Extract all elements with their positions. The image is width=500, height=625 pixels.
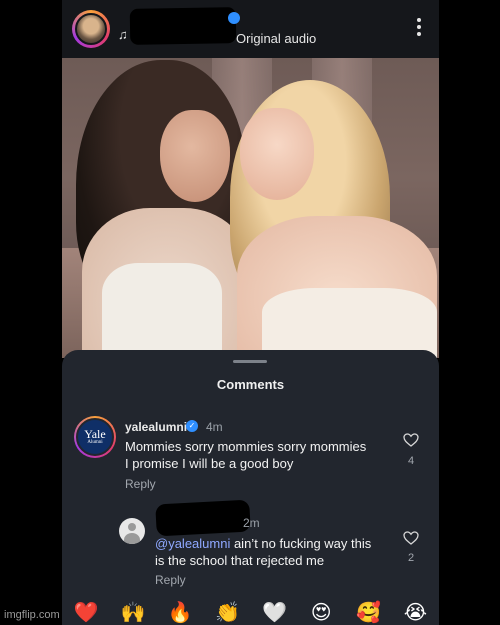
- post-header: ♫ Original audio: [62, 0, 439, 58]
- audio-label[interactable]: Original audio: [236, 31, 316, 46]
- emoji-raised-hands[interactable]: 🙌: [121, 600, 146, 624]
- comment-text-line: Mommies sorry mommies sorry mommies: [125, 439, 367, 454]
- verified-badge-icon: ✓: [186, 420, 198, 432]
- emoji-crying[interactable]: 😭: [403, 600, 427, 624]
- emoji-clapping[interactable]: 👏: [215, 600, 240, 624]
- comment-time: 2m: [243, 516, 260, 530]
- like-heart-icon[interactable]: [403, 531, 419, 545]
- default-avatar-icon[interactable]: [119, 518, 145, 544]
- verified-badge-icon: [228, 12, 240, 24]
- redacted-username: [129, 7, 237, 45]
- comments-sheet: Comments Yale Alumni yalealumni ✓ 4m Mom…: [62, 350, 439, 625]
- post-photo: [62, 58, 439, 358]
- watermark: imgflip.com: [4, 609, 60, 621]
- emoji-reaction-bar: ❤️ 🙌 🔥 👏 🤍 😍 🥰 😭: [62, 600, 439, 625]
- emoji-white-heart[interactable]: 🤍: [262, 600, 287, 624]
- comment-username[interactable]: yalealumni: [125, 420, 187, 434]
- comment-text-line: is the school that rejected me: [155, 553, 325, 568]
- music-note-icon: ♫: [118, 27, 128, 42]
- screen: ♫ Original audio Comments Yale Alumni ya…: [0, 0, 500, 625]
- avatar-subtext: Alumni: [87, 440, 103, 445]
- comments-title: Comments: [216, 377, 285, 392]
- mention-link[interactable]: @yalealumni: [155, 536, 230, 551]
- avatar-text: Yale: [84, 427, 106, 441]
- emoji-red-heart[interactable]: ❤️: [74, 600, 99, 624]
- comment-text-segment: ain’t no fucking way this: [230, 536, 372, 551]
- more-vertical-icon[interactable]: [416, 18, 422, 38]
- comment-text-line: @yalealumni ain’t no fucking way this: [155, 535, 371, 552]
- profile-avatar[interactable]: [72, 10, 110, 48]
- emoji-smiling-hearts[interactable]: 🥰: [356, 600, 381, 624]
- emoji-fire[interactable]: 🔥: [168, 600, 193, 624]
- emoji-heart-eyes[interactable]: 😍: [309, 600, 333, 624]
- like-count: 2: [407, 552, 415, 564]
- like-count: 4: [407, 455, 415, 467]
- comment-text: @yalealumni ain’t no fucking way this is…: [155, 535, 371, 569]
- comment-time: 4m: [206, 420, 223, 434]
- reply-button[interactable]: Reply: [125, 477, 156, 491]
- reply-button[interactable]: Reply: [155, 573, 186, 587]
- drag-handle[interactable]: [233, 360, 267, 363]
- redacted-username: [155, 499, 251, 537]
- commenter-avatar[interactable]: Yale Alumni: [74, 416, 116, 458]
- comment-text: Mommies sorry mommies sorry mommies I pr…: [125, 438, 366, 472]
- like-heart-icon[interactable]: [403, 433, 419, 447]
- comment-text-line: I promise I will be a good boy: [125, 456, 294, 471]
